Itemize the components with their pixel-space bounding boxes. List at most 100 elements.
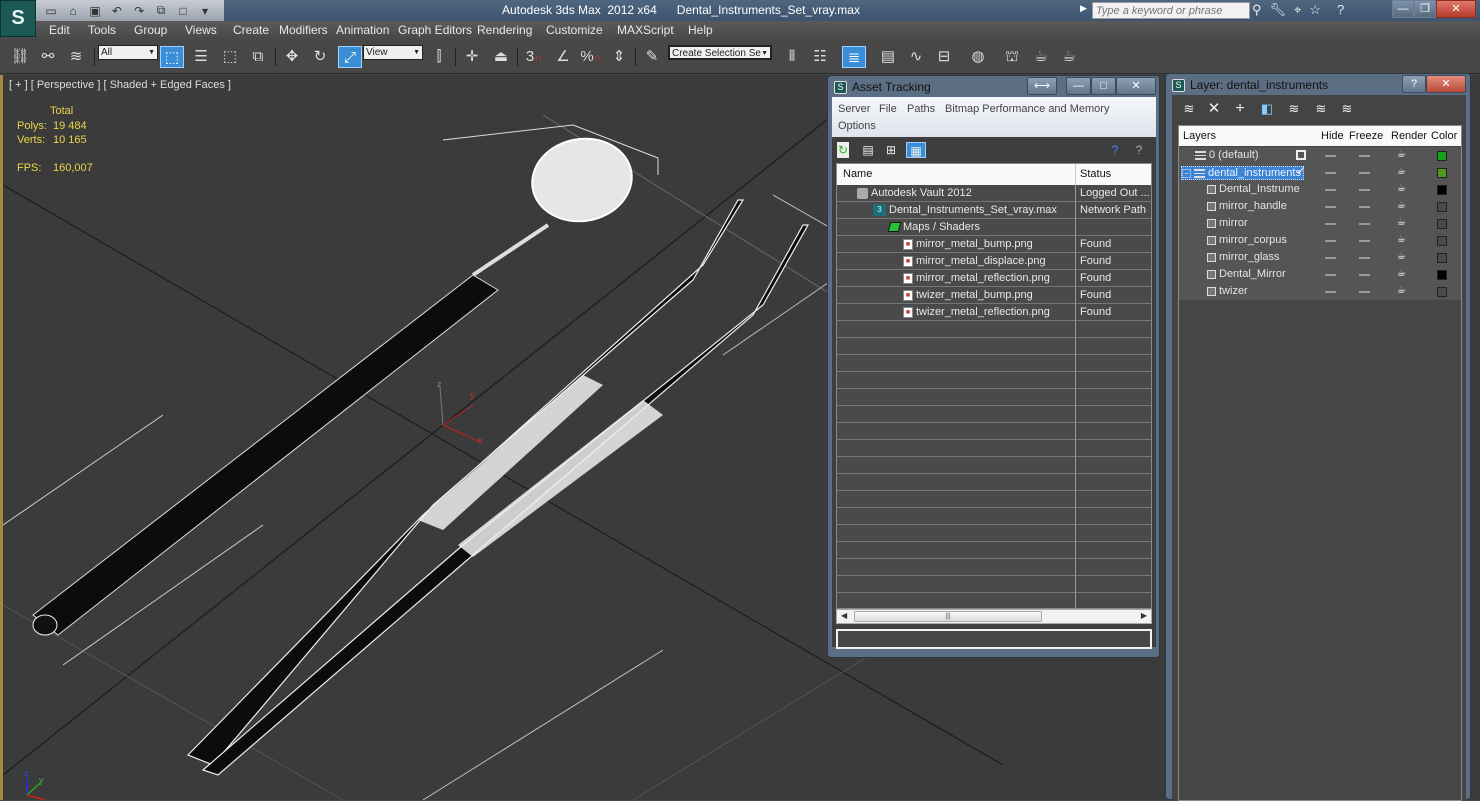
keyboard-shortcut-override-icon[interactable]: ⏏ [489,46,513,68]
object-row[interactable]: mirror ☕︎ [1179,215,1461,232]
asset-row[interactable]: ■ twizer_metal_bump.png Found [837,287,1151,304]
layer-name-cell[interactable]: mirror_handle [1207,200,1287,212]
help-icon[interactable]: ? [1337,2,1344,18]
layer-color-swatch[interactable] [1437,253,1447,263]
tree-view-icon[interactable]: ⊞ [882,142,900,158]
object-row[interactable]: twizer ☕︎ [1179,283,1461,300]
menu-rendering[interactable]: Rendering [477,23,532,37]
layer-name-cell[interactable]: mirror_corpus [1207,234,1287,246]
asset-row[interactable]: Maps / Shaders [837,219,1151,236]
scrollbar-thumb[interactable]: ||| [854,611,1042,622]
object-row[interactable]: Dental_Instrume ☕︎ [1179,181,1461,198]
menu-server[interactable]: Server [838,103,870,115]
layer-name-cell[interactable]: − dental_instruments [1181,166,1304,180]
layer-manager-icon[interactable]: ≣ [842,46,866,68]
layer-color-swatch[interactable] [1437,168,1447,178]
render-teapot-icon[interactable]: ☕︎ [1397,183,1406,194]
satellite-icon[interactable]: ⌖ [1294,2,1301,18]
render-teapot-icon[interactable]: ☕︎ [1397,251,1406,262]
restore-button[interactable]: ❐ [1414,0,1436,18]
menu-help[interactable]: Help [688,23,713,37]
render-teapot-icon[interactable]: ☕︎ [1397,149,1406,160]
column-status[interactable]: Status [1080,168,1111,180]
layer-color-swatch[interactable] [1437,270,1447,280]
edit-named-selection-icon[interactable]: ✎ [640,46,664,68]
menu-tools[interactable]: Tools [88,23,116,37]
maximize-button[interactable]: □ [1091,77,1116,95]
window-icon[interactable]: □ [175,4,191,18]
asset-row[interactable]: ■ mirror_metal_reflection.png Found [837,270,1151,287]
render-teapot-icon[interactable]: ☕︎ [1397,200,1406,211]
hide-toggle[interactable] [1325,172,1336,174]
new-icon[interactable]: ▭ [43,4,59,18]
move-icon[interactable]: ✥ [280,46,304,68]
save-icon[interactable]: ▣ [87,4,103,18]
asset-row[interactable]: 3 Dental_Instruments_Set_vray.max Network … [837,202,1151,219]
hide-toggle[interactable] [1325,257,1336,259]
list-view-icon[interactable]: ▤ [859,142,877,158]
unlink-icon[interactable]: ⚯ [36,46,60,68]
menu-bitmap-performance[interactable]: Bitmap Performance and Memory [945,103,1109,115]
menu-modifiers[interactable]: Modifiers [279,23,328,37]
create-new-layer-icon[interactable]: ≋ [1180,101,1198,117]
layer-row[interactable]: − dental_instruments ✓ ☕︎ [1179,164,1461,181]
select-by-name-icon[interactable]: ☰ [189,46,213,68]
menu-options[interactable]: Options [838,120,876,132]
rectangular-selection-icon[interactable]: ⬚ [218,46,242,68]
layer-name-cell[interactable]: twizer [1207,285,1248,297]
column-color[interactable]: Color [1431,130,1457,142]
column-freeze[interactable]: Freeze [1349,130,1383,142]
hide-toggle[interactable] [1325,223,1336,225]
overflow-icon[interactable]: ▾ [197,4,213,18]
freeze-unfreeze-all-icon[interactable]: ≋ [1338,101,1356,117]
undo-icon[interactable]: ↶ [109,4,125,18]
minimize-button[interactable]: — [1066,77,1091,95]
layer-name-cell[interactable]: mirror [1207,217,1248,229]
redo-icon[interactable]: ↷ [131,4,147,18]
freeze-toggle[interactable] [1359,240,1370,242]
object-row[interactable]: Dental_Mirror ☕︎ [1179,266,1461,283]
menu-create[interactable]: Create [233,23,269,37]
help-button[interactable]: ? [1402,75,1426,93]
mirror-icon[interactable]: ⫴ [780,46,804,68]
percent-snap-icon[interactable]: %∩ [579,46,603,68]
3ds-max-logo-icon[interactable]: S [0,0,36,37]
hide-toggle[interactable] [1325,155,1336,157]
freeze-toggle[interactable] [1359,172,1370,174]
close-button[interactable]: ✕ [1436,0,1476,18]
material-editor-icon[interactable]: ◍ [966,46,990,68]
wrench-icon[interactable]: 🔧︎ [1270,2,1287,18]
reference-coordinate-dropdown[interactable]: View [363,45,423,60]
render-teapot-icon[interactable]: ☕︎ [1397,217,1406,228]
curve-editor-icon[interactable]: ∿ [904,46,928,68]
freeze-toggle[interactable] [1359,291,1370,293]
rendered-frame-window-icon[interactable]: ☕︎ [1029,46,1053,68]
layer-name-cell[interactable]: Dental_Instrume [1207,183,1300,195]
render-teapot-icon[interactable]: ☕︎ [1397,166,1406,177]
menu-maxscript[interactable]: MAXScript [617,23,674,37]
schematic-view-icon[interactable]: ⊟ [932,46,956,68]
menu-edit[interactable]: Edit [49,23,70,37]
menu-group[interactable]: Group [134,23,167,37]
asset-row[interactable]: ■ mirror_metal_bump.png Found [837,236,1151,253]
column-render[interactable]: Render [1391,130,1427,142]
render-setup-icon[interactable]: ⛫ [1000,46,1024,68]
window-crossing-icon[interactable]: ⧉ [246,46,270,68]
render-production-icon[interactable]: ☕︎ [1057,46,1081,68]
object-row[interactable]: mirror_corpus ☕︎ [1179,232,1461,249]
table-view-icon[interactable]: ▦ [906,142,926,158]
bind-space-warp-icon[interactable]: ≋ [64,46,88,68]
freeze-toggle[interactable] [1359,257,1370,259]
horizontal-scrollbar[interactable]: ◀ ||| ▶ [836,609,1152,624]
layer-name-cell[interactable]: 0 (default) [1195,149,1259,161]
freeze-toggle[interactable] [1359,274,1370,276]
column-divider[interactable] [1075,164,1076,185]
snaps-toggle-icon[interactable]: 3∩ [522,46,546,68]
vault-help-icon[interactable]: ? [1106,142,1124,158]
render-teapot-icon[interactable]: ☕︎ [1397,268,1406,279]
render-teapot-icon[interactable]: ☕︎ [1397,285,1406,296]
render-teapot-icon[interactable]: ☕︎ [1397,234,1406,245]
search-input[interactable] [1092,2,1250,19]
dock-button[interactable]: ⟷ [1027,77,1057,95]
minimize-button[interactable]: — [1392,0,1414,18]
